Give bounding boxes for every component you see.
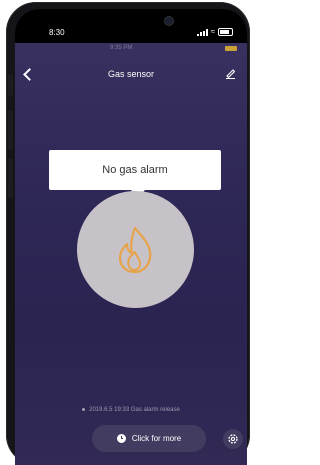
flame-icon — [118, 226, 152, 274]
battery-icon — [218, 28, 233, 36]
nav-bar: Gas sensor — [15, 65, 247, 89]
embedded-status-time: 9:35 PM — [110, 45, 133, 51]
page-title: Gas sensor — [107, 69, 155, 79]
more-button-label: Click for more — [131, 434, 182, 443]
gear-icon — [228, 434, 238, 444]
embedded-battery-icon — [225, 46, 237, 51]
wifi-icon: ≈ — [210, 27, 215, 36]
clock-icon — [116, 434, 126, 443]
volume-down-button — [8, 158, 13, 198]
more-button[interactable]: Click for more — [92, 425, 206, 452]
status-bar: 8:30 ≈ — [15, 9, 247, 43]
notch — [82, 9, 180, 35]
signal-icon — [196, 28, 208, 36]
mute-switch — [8, 74, 13, 96]
alarm-status-tooltip: No gas alarm — [49, 150, 221, 197]
gas-status-indicator — [77, 191, 194, 308]
volume-up-button — [8, 110, 13, 150]
history-entry: 2019.6.5 19:33 Gas alarm release — [15, 407, 247, 413]
system-icons: ≈ — [196, 27, 233, 36]
status-time: 8:30 — [49, 28, 65, 37]
app-screen: 8:30 ≈ 9:35 PM Gas sensor No gas alarm 2… — [15, 9, 247, 465]
camera-icon — [164, 16, 174, 26]
embedded-status-bar: 9:35 PM — [15, 43, 247, 55]
bullet-dot — [82, 407, 86, 411]
history-text: 2019.6.5 19:33 Gas alarm release — [89, 407, 180, 413]
edit-icon[interactable] — [225, 68, 236, 79]
settings-button[interactable] — [223, 429, 243, 449]
alarm-status-text: No gas alarm — [102, 164, 168, 176]
